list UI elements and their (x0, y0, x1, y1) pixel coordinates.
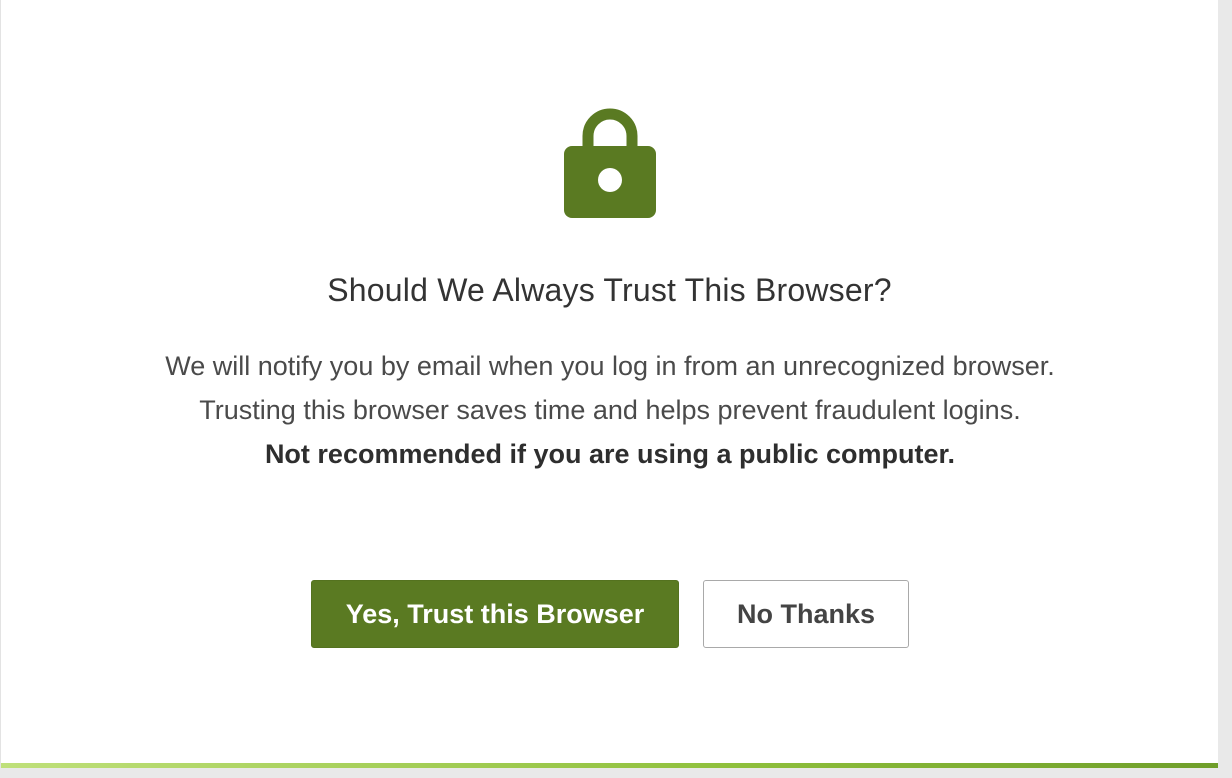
no-thanks-button[interactable]: No Thanks (703, 580, 909, 648)
dialog-title: Should We Always Trust This Browser? (327, 272, 892, 308)
accent-bar (1, 763, 1218, 768)
message-line-trust: Trusting this browser saves time and hel… (199, 395, 1021, 425)
dialog-actions: Yes, Trust this Browser No Thanks (1, 580, 1218, 648)
lock-icon (564, 108, 656, 218)
trust-browser-button[interactable]: Yes, Trust this Browser (311, 580, 679, 648)
public-computer-warning: Not recommended if you are using a publi… (264, 439, 956, 469)
message-line-notify: We will notify you by email when you log… (165, 351, 1055, 381)
dialog-message: We will notify you by email when you log… (151, 344, 1069, 476)
trust-browser-dialog: Should We Always Trust This Browser? We … (0, 0, 1218, 768)
